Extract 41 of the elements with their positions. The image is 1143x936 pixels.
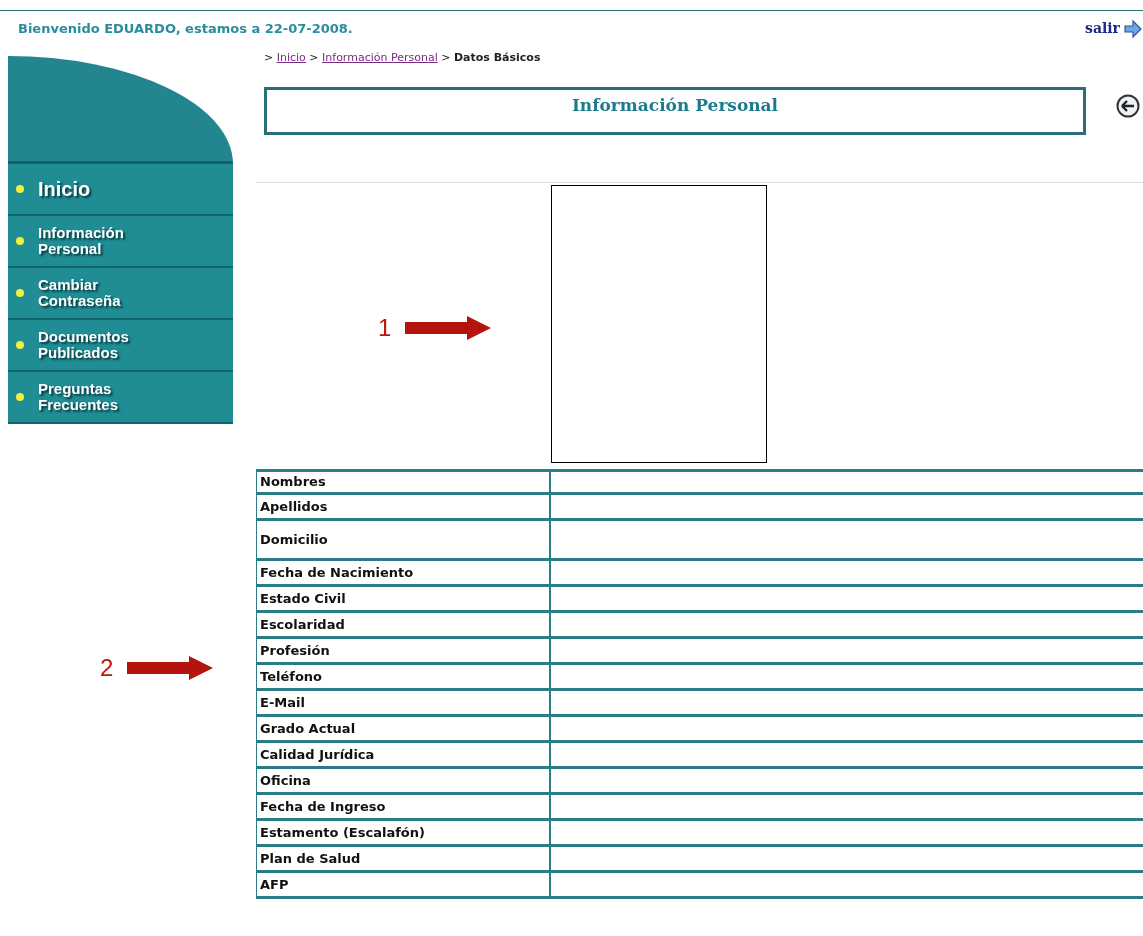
- breadcrumb-link[interactable]: Información Personal: [322, 51, 438, 64]
- sidebar-item[interactable]: Documentos Publicados: [8, 320, 233, 372]
- back-icon[interactable]: [1116, 94, 1140, 118]
- sidebar-item[interactable]: Cambiar Contraseña: [8, 268, 233, 320]
- sidebar-item[interactable]: Información Personal: [8, 216, 233, 268]
- separator: >: [309, 51, 319, 64]
- separator: >: [264, 51, 274, 64]
- bullet-icon: [16, 237, 24, 245]
- field-label: Plan de Salud: [257, 847, 551, 870]
- arrow-icon: [127, 655, 214, 681]
- breadcrumb-current: Datos Básicos: [453, 51, 541, 64]
- field-label: Estamento (Escalafón): [257, 821, 551, 844]
- field-label: Calidad Jurídica: [257, 743, 551, 766]
- arrow-icon: [405, 315, 492, 341]
- bullet-icon: [16, 341, 24, 349]
- field-label: Apellidos: [257, 495, 551, 518]
- field-label: Teléfono: [257, 665, 551, 688]
- annotation-number: 2: [100, 653, 114, 683]
- field-label: E-Mail: [257, 691, 551, 714]
- bullet-icon: [16, 185, 24, 193]
- field-label: Estado Civil: [257, 587, 551, 610]
- separator: >: [441, 51, 451, 64]
- field-label: AFP: [257, 873, 551, 896]
- field-label: Profesión: [257, 639, 551, 662]
- sidebar-item[interactable]: Inicio: [8, 164, 233, 216]
- field-label: Fecha de Ingreso: [257, 795, 551, 818]
- sidebar-item[interactable]: Preguntas Frecuentes: [8, 372, 233, 424]
- right-arrow-icon: [1123, 18, 1143, 39]
- bullet-icon: [16, 393, 24, 401]
- field-label: Domicilio: [257, 521, 551, 558]
- welcome-text: Bienvenido EDUARDO, estamos a 22-07-2008.: [18, 19, 353, 38]
- field-label: Nombres: [257, 472, 551, 492]
- annotation-number: 1: [378, 313, 392, 343]
- bullet-icon: [16, 289, 24, 297]
- field-label: Fecha de Nacimiento: [257, 561, 551, 584]
- field-label: Oficina: [257, 769, 551, 792]
- field-label: Escolaridad: [257, 613, 551, 636]
- field-label: Grado Actual: [257, 717, 551, 740]
- logout-link[interactable]: salir: [1085, 18, 1143, 39]
- breadcrumb-link[interactable]: Inicio: [276, 51, 306, 64]
- page-title: Información Personal: [571, 94, 779, 117]
